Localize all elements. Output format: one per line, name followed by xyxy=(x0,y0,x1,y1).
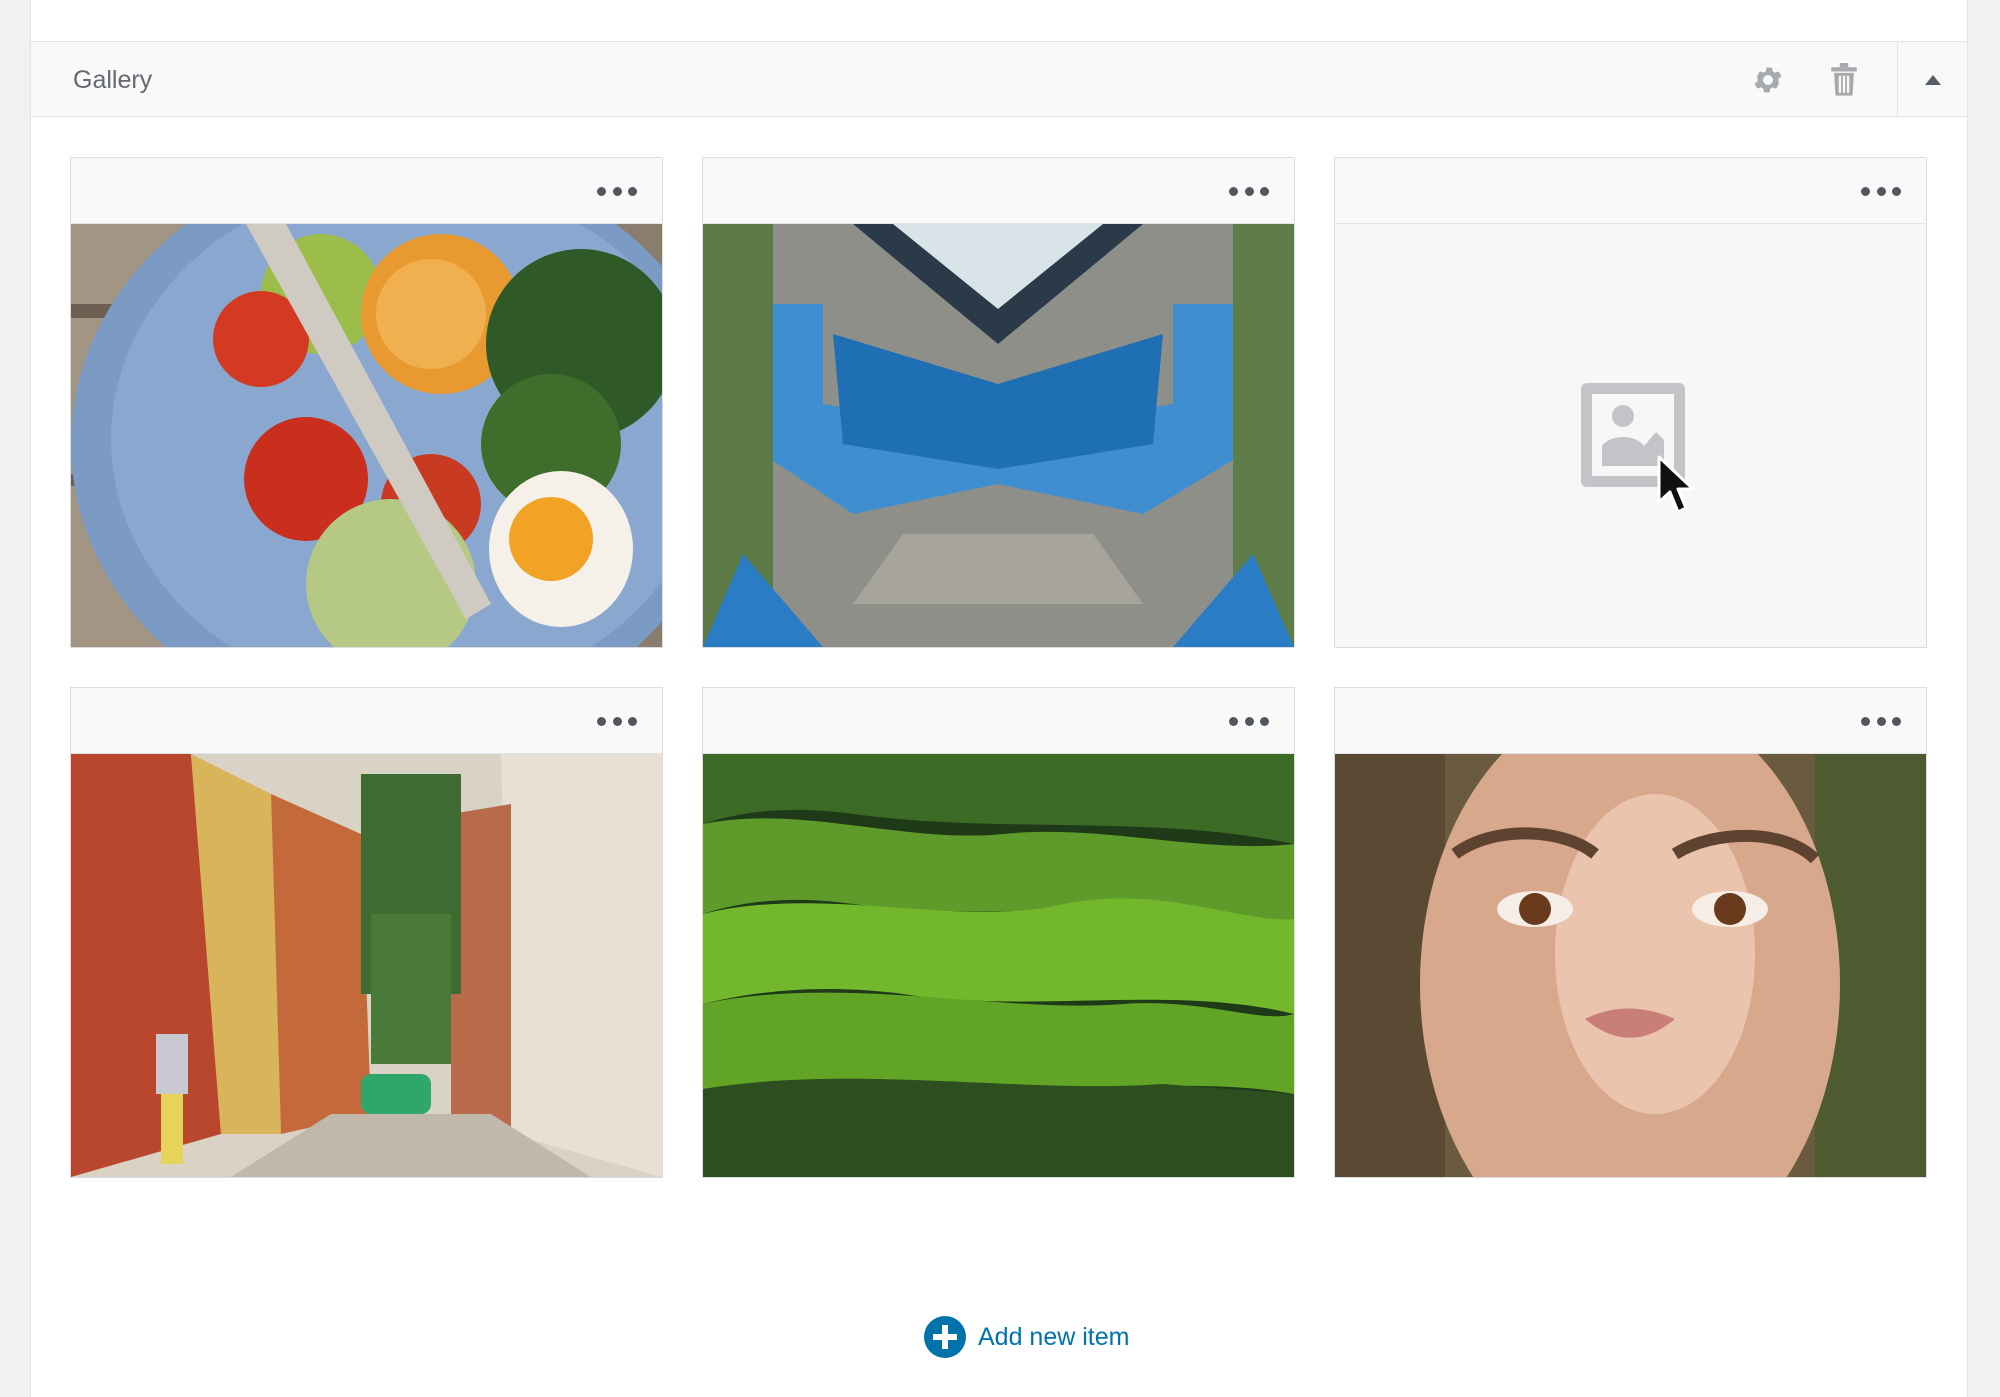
ellipsis-dot xyxy=(1244,716,1254,726)
gallery-item-header xyxy=(71,158,662,224)
ellipsis-icon xyxy=(1861,716,1870,726)
settings-button[interactable] xyxy=(1748,60,1788,100)
gallery-item-header xyxy=(703,688,1294,754)
colorful-street-photo[interactable] xyxy=(71,754,662,1177)
ellipsis-icon xyxy=(597,186,606,196)
panel-header: Gallery xyxy=(31,42,1967,117)
salad-bowl-photo[interactable] xyxy=(71,224,662,647)
ellipsis-dot xyxy=(1876,716,1886,726)
gear-icon xyxy=(1754,67,1782,93)
aerial-pool-photo[interactable] xyxy=(703,224,1294,647)
ellipsis-dot xyxy=(1260,186,1269,196)
ellipsis-dot xyxy=(628,716,637,726)
gallery-item-header xyxy=(1335,688,1926,754)
image-upload-area[interactable] xyxy=(1335,224,1926,647)
collapse-toggle-button[interactable] xyxy=(1898,42,1968,117)
gallery-item-header xyxy=(71,688,662,754)
mouse-cursor-icon xyxy=(1657,455,1695,514)
gallery-item-empty[interactable] xyxy=(1334,157,1927,648)
ellipsis-dot xyxy=(1876,186,1886,196)
item-menu-button[interactable] xyxy=(1858,710,1904,732)
ellipsis-icon xyxy=(1229,716,1238,726)
item-menu-button[interactable] xyxy=(594,710,640,732)
gallery-item[interactable] xyxy=(70,157,663,648)
item-menu-button[interactable] xyxy=(1226,180,1272,202)
ellipsis-dot xyxy=(1244,186,1254,196)
gallery-item[interactable] xyxy=(702,687,1295,1178)
ellipsis-icon xyxy=(1229,186,1238,196)
ellipsis-dot xyxy=(612,716,622,726)
ellipsis-dot xyxy=(1892,716,1901,726)
delete-button[interactable] xyxy=(1824,60,1864,100)
ellipsis-dot xyxy=(1260,716,1269,726)
gallery-item[interactable] xyxy=(70,687,663,1178)
ellipsis-dot xyxy=(628,186,637,196)
ellipsis-dot xyxy=(612,186,622,196)
gallery-item-header xyxy=(1335,158,1926,224)
gallery-item[interactable] xyxy=(1334,687,1927,1178)
green-hills-photo[interactable] xyxy=(703,754,1294,1177)
trash-icon xyxy=(1831,63,1857,96)
triangle-up-icon xyxy=(1925,74,1941,85)
gallery-item-header xyxy=(703,158,1294,224)
previous-panel xyxy=(30,0,1968,42)
ellipsis-icon xyxy=(597,716,606,726)
item-menu-button[interactable] xyxy=(594,180,640,202)
item-menu-button[interactable] xyxy=(1858,180,1904,202)
ellipsis-icon xyxy=(1861,186,1870,196)
woman-portrait-photo[interactable] xyxy=(1335,754,1926,1177)
gallery-item[interactable] xyxy=(702,157,1295,648)
panel-title: Gallery xyxy=(73,66,153,94)
item-menu-button[interactable] xyxy=(1226,710,1272,732)
plus-circle-icon xyxy=(924,1316,966,1358)
add-new-item-button[interactable]: Add new item xyxy=(924,1315,1129,1359)
add-new-item-label: Add new item xyxy=(978,1322,1130,1351)
gallery-panel: Gallery Add new item xyxy=(30,41,1968,1397)
ellipsis-dot xyxy=(1892,186,1901,196)
